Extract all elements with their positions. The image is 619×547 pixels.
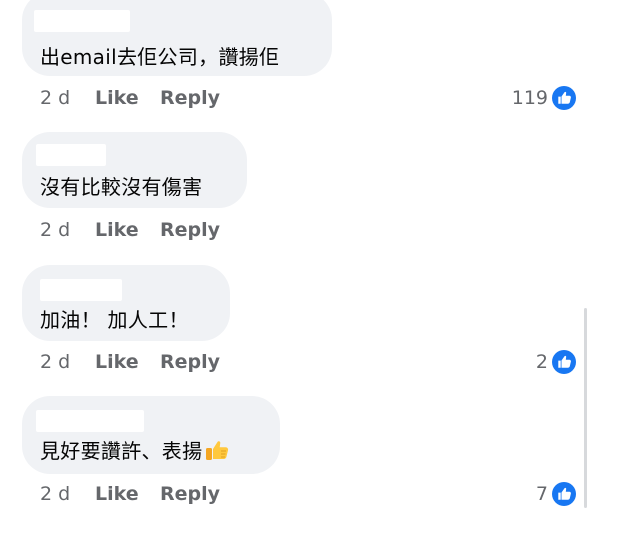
reaction-summary[interactable]: 7	[536, 481, 576, 507]
like-button[interactable]: Like	[95, 350, 139, 374]
comment-timestamp[interactable]: 2 d	[40, 482, 70, 506]
like-reaction-icon	[552, 350, 576, 374]
reaction-count: 119	[511, 87, 548, 109]
comment-text: 見好要讚許、表揚	[40, 438, 230, 464]
redacted-author-name[interactable]	[34, 10, 130, 32]
like-button[interactable]: Like	[95, 482, 139, 506]
comment-text: 沒有比較沒有傷害	[40, 175, 203, 199]
redacted-author-name[interactable]	[36, 144, 106, 166]
reply-button[interactable]: Reply	[160, 86, 220, 110]
comment-text: 加油！ 加人工！	[40, 308, 189, 332]
comment-text-body: 見好要讚許、表揚	[40, 439, 203, 463]
like-reaction-icon	[552, 86, 576, 110]
redacted-author-name[interactable]	[36, 410, 144, 432]
like-button[interactable]: Like	[95, 86, 139, 110]
reply-button[interactable]: Reply	[160, 350, 220, 374]
reaction-summary[interactable]: 2	[536, 349, 576, 375]
redacted-author-name[interactable]	[40, 279, 122, 301]
comment-timestamp[interactable]: 2 d	[40, 350, 70, 374]
like-reaction-icon	[552, 482, 576, 506]
comment-bubble[interactable]: 沒有比較沒有傷害	[22, 132, 247, 208]
reply-button[interactable]: Reply	[160, 482, 220, 506]
like-button[interactable]: Like	[95, 218, 139, 242]
comment-text: 出email去佢公司，讚揚佢	[40, 45, 280, 69]
reply-button[interactable]: Reply	[160, 218, 220, 242]
comment-bubble[interactable]: 加油！ 加人工！	[22, 265, 230, 341]
comment-timestamp[interactable]: 2 d	[40, 86, 70, 110]
comment-bubble[interactable]: 見好要讚許、表揚	[22, 396, 280, 474]
comment-bubble[interactable]: 出email去佢公司，讚揚佢	[22, 0, 332, 76]
reaction-count: 7	[535, 483, 548, 505]
reaction-summary[interactable]: 119	[512, 85, 576, 111]
reaction-count: 2	[535, 351, 548, 373]
scrollbar[interactable]	[584, 308, 587, 508]
thumbs-up-emoji	[206, 441, 229, 460]
comment-timestamp[interactable]: 2 d	[40, 218, 70, 242]
